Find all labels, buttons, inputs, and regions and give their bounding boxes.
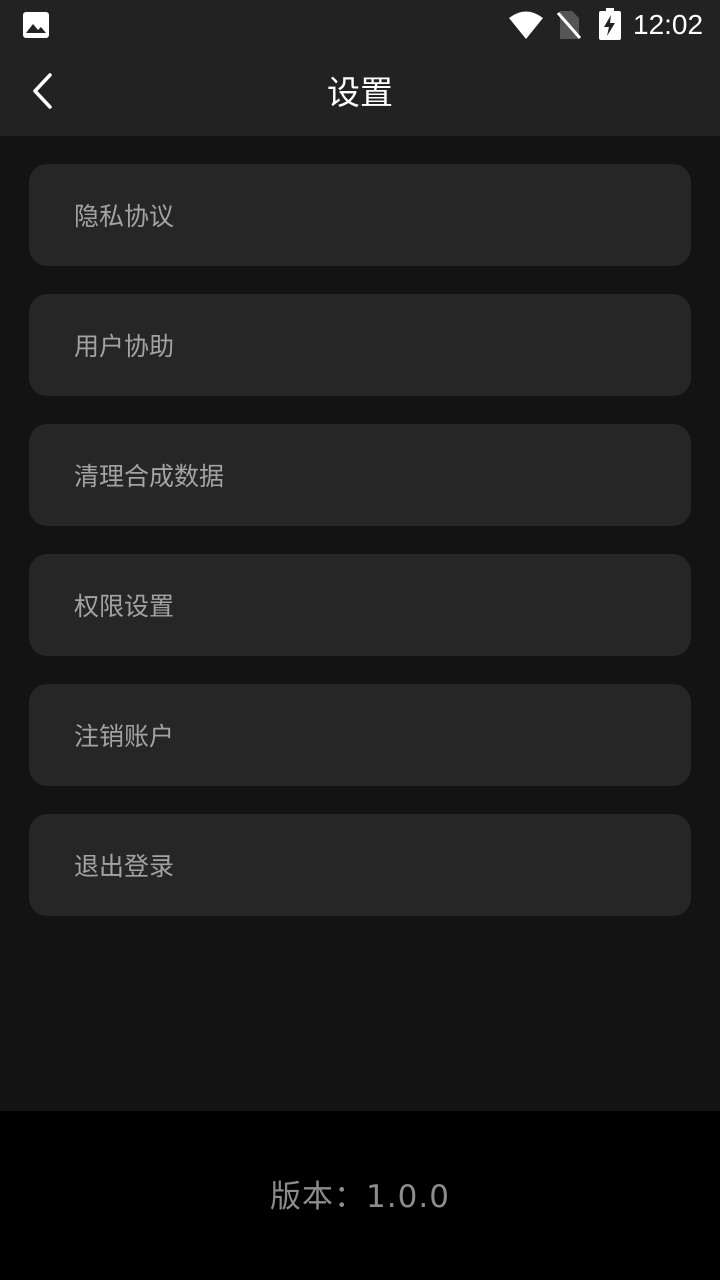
settings-item-user-assistance[interactable]: 用户协助 [29, 294, 691, 396]
page-title: 设置 [327, 73, 393, 112]
settings-item-delete-account[interactable]: 注销账户 [29, 684, 691, 786]
settings-item-label: 用户协助 [74, 332, 175, 361]
settings-item-label: 权限设置 [74, 592, 175, 621]
footer: 版本：1.0.0 [0, 1111, 720, 1280]
settings-item-label: 注销账户 [74, 722, 175, 751]
settings-item-label: 退出登录 [74, 852, 175, 881]
version-label: 版本：1.0.0 [270, 1179, 450, 1215]
settings-item-clear-data[interactable]: 清理合成数据 [29, 424, 691, 526]
battery-charging-icon [598, 8, 622, 44]
back-button[interactable] [14, 64, 72, 122]
chevron-left-icon [30, 72, 56, 114]
settings-item-permissions[interactable]: 权限设置 [29, 554, 691, 656]
settings-item-logout[interactable]: 退出登录 [29, 814, 691, 916]
status-time: 12:02 [633, 9, 704, 40]
settings-item-label: 清理合成数据 [74, 462, 225, 491]
settings-list: 隐私协议 用户协助 清理合成数据 权限设置 注销账户 退出登录 [29, 164, 691, 944]
settings-item-privacy-policy[interactable]: 隐私协议 [29, 164, 691, 266]
settings-item-label: 隐私协议 [74, 202, 175, 231]
wifi-icon [508, 10, 544, 44]
no-sim-icon [556, 10, 582, 44]
title-bar: 设置 [0, 50, 720, 136]
gallery-icon [22, 11, 50, 43]
status-bar: 12:02 [0, 0, 720, 50]
